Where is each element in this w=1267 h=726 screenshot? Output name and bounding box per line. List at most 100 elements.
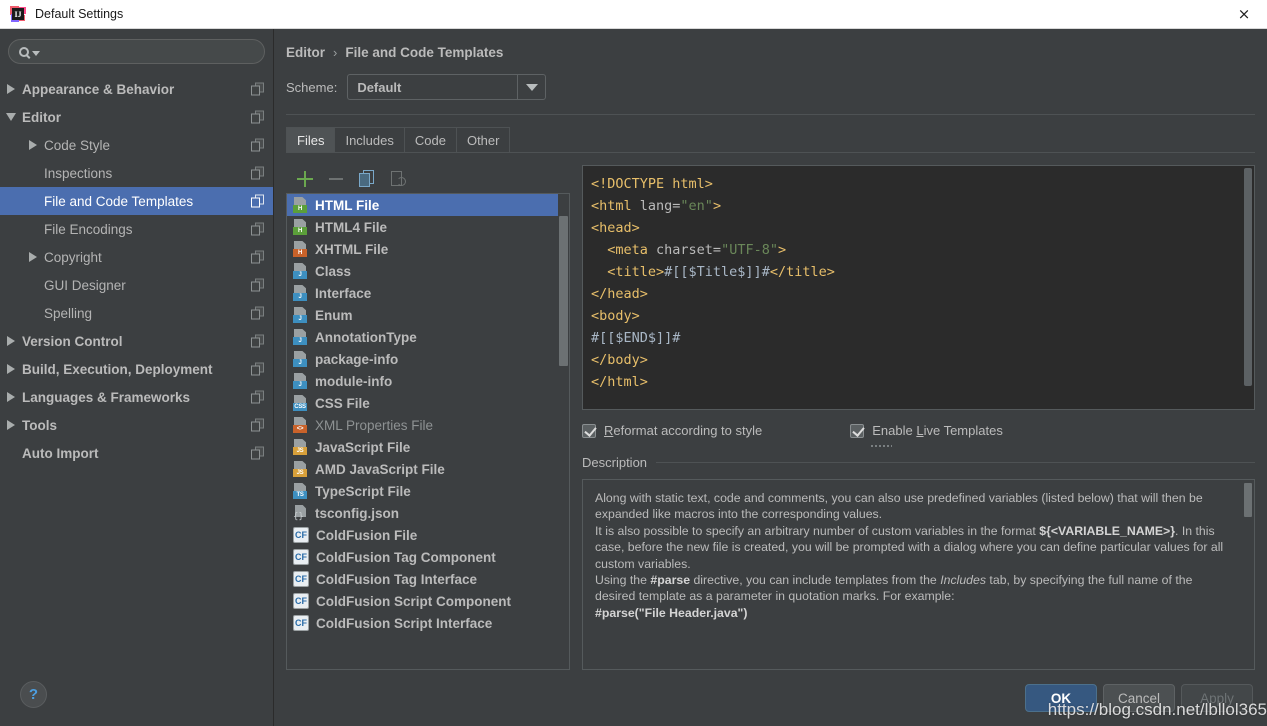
- sidebar-item-build-execution-deployment[interactable]: Build, Execution, Deployment: [0, 355, 273, 383]
- copy-settings-icon[interactable]: [251, 334, 264, 348]
- sidebar-item-copyright[interactable]: Copyright: [0, 243, 273, 271]
- copy-settings-icon[interactable]: [251, 390, 264, 404]
- chevron-right-icon[interactable]: [0, 84, 22, 94]
- sidebar-item-label: Build, Execution, Deployment: [22, 361, 213, 377]
- editor-scroll-thumb[interactable]: [1244, 168, 1252, 386]
- sidebar-item-tools[interactable]: Tools: [0, 411, 273, 439]
- chevron-right-icon[interactable]: [0, 392, 22, 402]
- scheme-dropdown[interactable]: Default: [347, 74, 547, 100]
- list-item[interactable]: CF ColdFusion Script Interface: [287, 612, 569, 634]
- copy-settings-icon[interactable]: [251, 250, 264, 264]
- list-item[interactable]: Jmodule-info: [287, 370, 569, 392]
- cancel-button[interactable]: Cancel: [1103, 684, 1175, 712]
- list-item[interactable]: CF ColdFusion Tag Interface: [287, 568, 569, 590]
- breadcrumb-parent[interactable]: Editor: [286, 45, 325, 60]
- copy-settings-icon[interactable]: [251, 138, 264, 152]
- description-panel[interactable]: Along with static text, code and comment…: [582, 479, 1255, 670]
- coldfusion-file-icon: CF: [293, 527, 309, 543]
- sidebar-item-editor[interactable]: Editor: [0, 103, 273, 131]
- remove-template-button[interactable]: [327, 170, 345, 188]
- sidebar-item-file-encodings[interactable]: File Encodings: [0, 215, 273, 243]
- copy-settings-icon[interactable]: [251, 362, 264, 376]
- description-scroll-thumb[interactable]: [1244, 483, 1252, 517]
- list-item[interactable]: H HTML File: [287, 194, 569, 216]
- sidebar-item-file-and-code-templates[interactable]: File and Code Templates: [0, 187, 273, 215]
- sidebar-item-label: File and Code Templates: [44, 193, 194, 209]
- reset-template-button[interactable]: [389, 170, 407, 188]
- sidebar-item-spelling[interactable]: Spelling: [0, 299, 273, 327]
- template-code-text[interactable]: <!DOCTYPE html> <html lang="en"> <head> <m…: [583, 166, 1254, 393]
- copy-settings-icon[interactable]: [251, 418, 264, 432]
- description-paragraph: #parse("File Header.java"): [595, 605, 748, 620]
- live-templates-checkbox-row[interactable]: Enable Live Templates: [850, 423, 1003, 438]
- sidebar-item-auto-import[interactable]: Auto Import: [0, 439, 273, 467]
- template-code-editor[interactable]: <!DOCTYPE html> <html lang="en"> <head> <m…: [582, 165, 1255, 410]
- list-item[interactable]: JS AMD JavaScript File: [287, 458, 569, 480]
- sidebar-item-code-style[interactable]: Code Style: [0, 131, 273, 159]
- tab-files[interactable]: Files: [286, 127, 336, 152]
- add-template-button[interactable]: [296, 170, 314, 188]
- copy-settings-icon[interactable]: [251, 110, 264, 124]
- list-item[interactable]: CF ColdFusion File: [287, 524, 569, 546]
- file-type-icon: J: [293, 351, 308, 367]
- description-header: Description: [582, 455, 1255, 470]
- list-item[interactable]: Jpackage-info: [287, 348, 569, 370]
- sidebar-item-version-control[interactable]: Version Control: [0, 327, 273, 355]
- search-box[interactable]: [8, 39, 265, 64]
- sidebar-item-appearance-behavior[interactable]: Appearance & Behavior: [0, 75, 273, 103]
- close-icon[interactable]: ×: [1221, 0, 1267, 28]
- editor-scrollbar[interactable]: [1242, 166, 1254, 409]
- splitter-handle-icon[interactable]: [870, 444, 892, 448]
- chevron-down-icon[interactable]: [517, 75, 545, 99]
- sidebar-item-inspections[interactable]: Inspections: [0, 159, 273, 187]
- chevron-right-icon[interactable]: [0, 364, 22, 374]
- list-item[interactable]: H HTML4 File: [287, 216, 569, 238]
- list-item-label: JavaScript File: [315, 439, 411, 455]
- copy-settings-icon[interactable]: [251, 306, 264, 320]
- list-item[interactable]: <> XML Properties File: [287, 414, 569, 436]
- search-input[interactable]: [40, 44, 264, 59]
- list-item[interactable]: CSS CSS File: [287, 392, 569, 414]
- copy-settings-icon[interactable]: [251, 222, 264, 236]
- template-list-scroll-thumb[interactable]: [559, 216, 568, 366]
- live-templates-label: Enable Live Templates: [872, 423, 1003, 438]
- copy-settings-icon[interactable]: [251, 446, 264, 460]
- live-templates-checkbox[interactable]: [850, 423, 865, 438]
- list-item[interactable]: J AnnotationType: [287, 326, 569, 348]
- list-item[interactable]: TS TypeScript File: [287, 480, 569, 502]
- sidebar-item-gui-designer[interactable]: GUI Designer: [0, 271, 273, 299]
- list-item[interactable]: {} tsconfig.json: [287, 502, 569, 524]
- list-item[interactable]: J Interface: [287, 282, 569, 304]
- help-button[interactable]: ?: [20, 681, 47, 708]
- tab-code[interactable]: Code: [403, 127, 457, 152]
- template-list-scrollbar[interactable]: [558, 194, 569, 669]
- list-item-label: CSS File: [315, 395, 370, 411]
- list-item[interactable]: J Enum: [287, 304, 569, 326]
- chevron-right-icon[interactable]: [0, 336, 22, 346]
- tab-includes[interactable]: Includes: [334, 127, 405, 152]
- copy-settings-icon[interactable]: [251, 278, 264, 292]
- sidebar-item-languages-frameworks[interactable]: Languages & Frameworks: [0, 383, 273, 411]
- description-paragraph: It is also possible to specify an arbitr…: [595, 523, 1224, 571]
- list-item[interactable]: CF ColdFusion Tag Component: [287, 546, 569, 568]
- template-file-list[interactable]: H HTML File H HTML4 File H XHTML File J Class J I…: [286, 193, 570, 670]
- list-item[interactable]: CF ColdFusion Script Component: [287, 590, 569, 612]
- chevron-right-icon[interactable]: [22, 140, 44, 150]
- reformat-checkbox-row[interactable]: Reformat according to style: [582, 423, 762, 438]
- list-item-label: AnnotationType: [315, 329, 417, 345]
- copy-settings-icon[interactable]: [251, 82, 264, 96]
- tab-other[interactable]: Other: [455, 127, 511, 152]
- chevron-right-icon[interactable]: [22, 252, 44, 262]
- reformat-checkbox[interactable]: [582, 423, 596, 438]
- chevron-down-icon[interactable]: [0, 113, 22, 121]
- chevron-right-icon[interactable]: [0, 420, 22, 430]
- list-item[interactable]: J Class: [287, 260, 569, 282]
- description-scrollbar[interactable]: [1243, 481, 1253, 668]
- list-item[interactable]: H XHTML File: [287, 238, 569, 260]
- list-item[interactable]: JS JavaScript File: [287, 436, 569, 458]
- ok-button[interactable]: OK: [1025, 684, 1097, 712]
- copy-settings-icon[interactable]: [251, 166, 264, 180]
- apply-button[interactable]: Apply: [1181, 684, 1253, 712]
- copy-template-button[interactable]: [358, 170, 376, 188]
- copy-settings-icon[interactable]: [251, 194, 264, 208]
